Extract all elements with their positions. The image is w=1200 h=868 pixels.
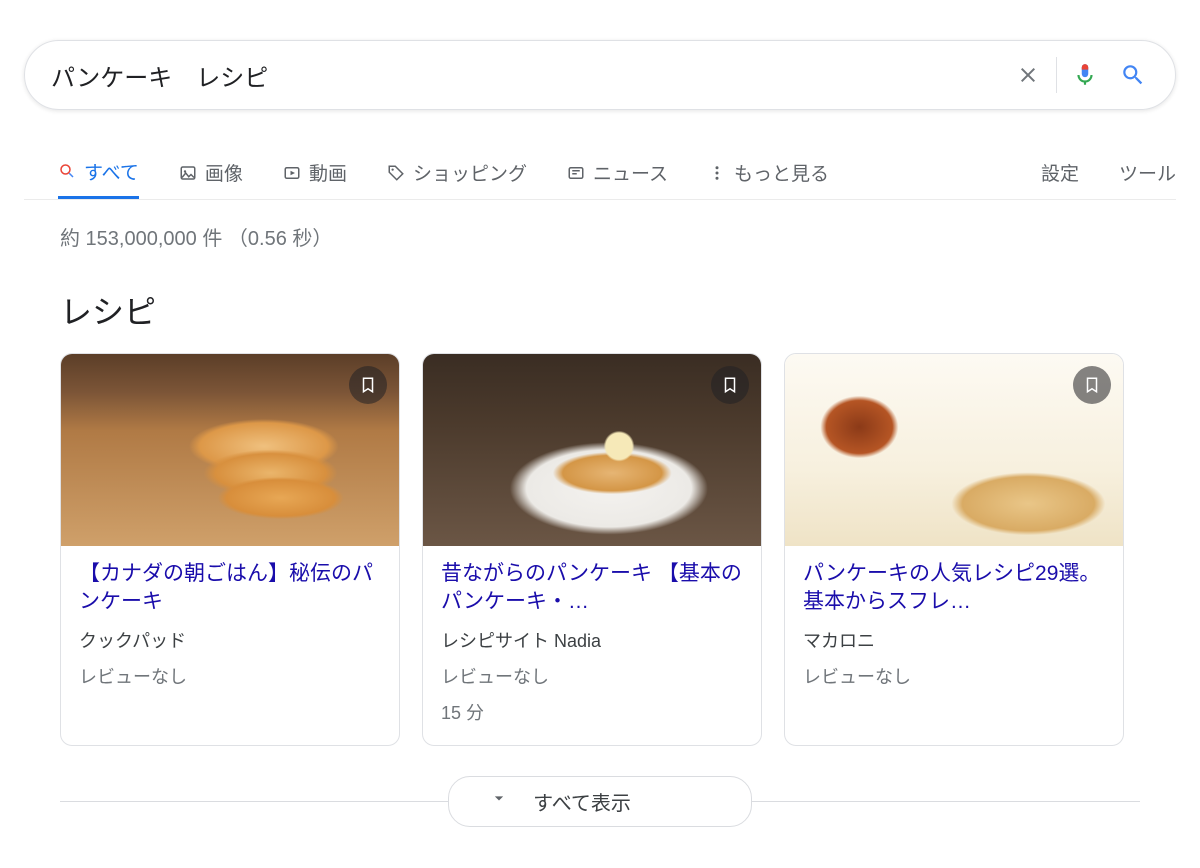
save-button[interactable] bbox=[711, 366, 749, 404]
tab-shopping[interactable]: ショッピング bbox=[387, 146, 527, 199]
bookmark-icon bbox=[1083, 376, 1101, 394]
video-icon bbox=[283, 164, 301, 182]
recipe-review: レビューなし bbox=[441, 663, 743, 689]
search-input[interactable] bbox=[51, 61, 1004, 89]
tab-label: 設定 bbox=[1041, 159, 1079, 186]
recipe-title[interactable]: 【カナダの朝ごはん】秘伝のパンケーキ bbox=[79, 560, 381, 617]
tag-icon bbox=[387, 164, 405, 182]
close-icon bbox=[1016, 63, 1040, 87]
save-button[interactable] bbox=[1073, 366, 1111, 404]
bookmark-icon bbox=[359, 376, 377, 394]
news-icon bbox=[567, 164, 585, 182]
tab-label: ショッピング bbox=[413, 159, 527, 186]
divider bbox=[752, 801, 1140, 802]
recipe-card[interactable]: パンケーキの人気レシピ29選。基本からスフレ… マカロニ レビューなし bbox=[784, 353, 1124, 746]
show-all-row: すべて表示 bbox=[24, 776, 1176, 827]
tab-label: ツール bbox=[1119, 159, 1176, 186]
tab-images[interactable]: 画像 bbox=[179, 146, 243, 199]
tab-label: 動画 bbox=[309, 159, 347, 186]
recipe-title[interactable]: 昔ながらのパンケーキ 【基本のパンケーキ・… bbox=[441, 560, 743, 617]
section-title: レシピ bbox=[24, 287, 1176, 333]
recipe-time: 15 分 bbox=[441, 699, 743, 725]
recipe-title[interactable]: パンケーキの人気レシピ29選。基本からスフレ… bbox=[803, 560, 1105, 617]
tab-label: ニュース bbox=[593, 159, 668, 186]
search-tabs: すべて 画像 動画 ショッピング ニュース bbox=[24, 146, 1176, 200]
tab-news[interactable]: ニュース bbox=[567, 146, 668, 199]
image-icon bbox=[179, 164, 197, 182]
recipe-card[interactable]: 【カナダの朝ごはん】秘伝のパンケーキ クックパッド レビューなし bbox=[60, 353, 400, 746]
tab-tools[interactable]: ツール bbox=[1119, 146, 1176, 199]
recipe-image bbox=[423, 354, 761, 546]
microphone-icon bbox=[1072, 62, 1098, 88]
tab-all[interactable]: すべて bbox=[58, 146, 139, 199]
show-all-label: すべて表示 bbox=[533, 787, 631, 816]
divider bbox=[60, 801, 448, 802]
divider bbox=[1056, 57, 1057, 93]
show-all-button[interactable]: すべて表示 bbox=[448, 776, 752, 827]
save-button[interactable] bbox=[349, 366, 387, 404]
tab-settings[interactable]: 設定 bbox=[1041, 146, 1079, 199]
recipe-review: レビューなし bbox=[79, 663, 381, 689]
tab-videos[interactable]: 動画 bbox=[283, 146, 347, 199]
recipe-source: マカロニ bbox=[803, 627, 1105, 653]
recipe-review: レビューなし bbox=[803, 663, 1105, 689]
bookmark-icon bbox=[721, 376, 739, 394]
tab-label: もっと見る bbox=[734, 159, 829, 186]
tab-more[interactable]: もっと見る bbox=[708, 146, 829, 199]
tab-label: 画像 bbox=[205, 159, 243, 186]
tab-label: すべて bbox=[84, 158, 139, 185]
search-bar bbox=[24, 40, 1176, 110]
clear-button[interactable] bbox=[1004, 51, 1052, 99]
recipe-source: レシピサイト Nadia bbox=[441, 627, 743, 653]
voice-search-button[interactable] bbox=[1061, 51, 1109, 99]
chevron-down-icon bbox=[489, 788, 509, 814]
recipe-image bbox=[61, 354, 399, 546]
recipe-card[interactable]: 昔ながらのパンケーキ 【基本のパンケーキ・… レシピサイト Nadia レビュー… bbox=[422, 353, 762, 746]
search-icon bbox=[1120, 62, 1146, 88]
recipe-source: クックパッド bbox=[79, 627, 381, 653]
search-icon bbox=[58, 162, 76, 180]
result-stats: 約 153,000,000 件 （0.56 秒） bbox=[24, 222, 1176, 251]
search-button[interactable] bbox=[1109, 51, 1157, 99]
recipe-image bbox=[785, 354, 1123, 546]
more-vertical-icon bbox=[708, 164, 726, 182]
recipe-cards: 【カナダの朝ごはん】秘伝のパンケーキ クックパッド レビューなし 昔ながらのパン… bbox=[24, 353, 1176, 746]
